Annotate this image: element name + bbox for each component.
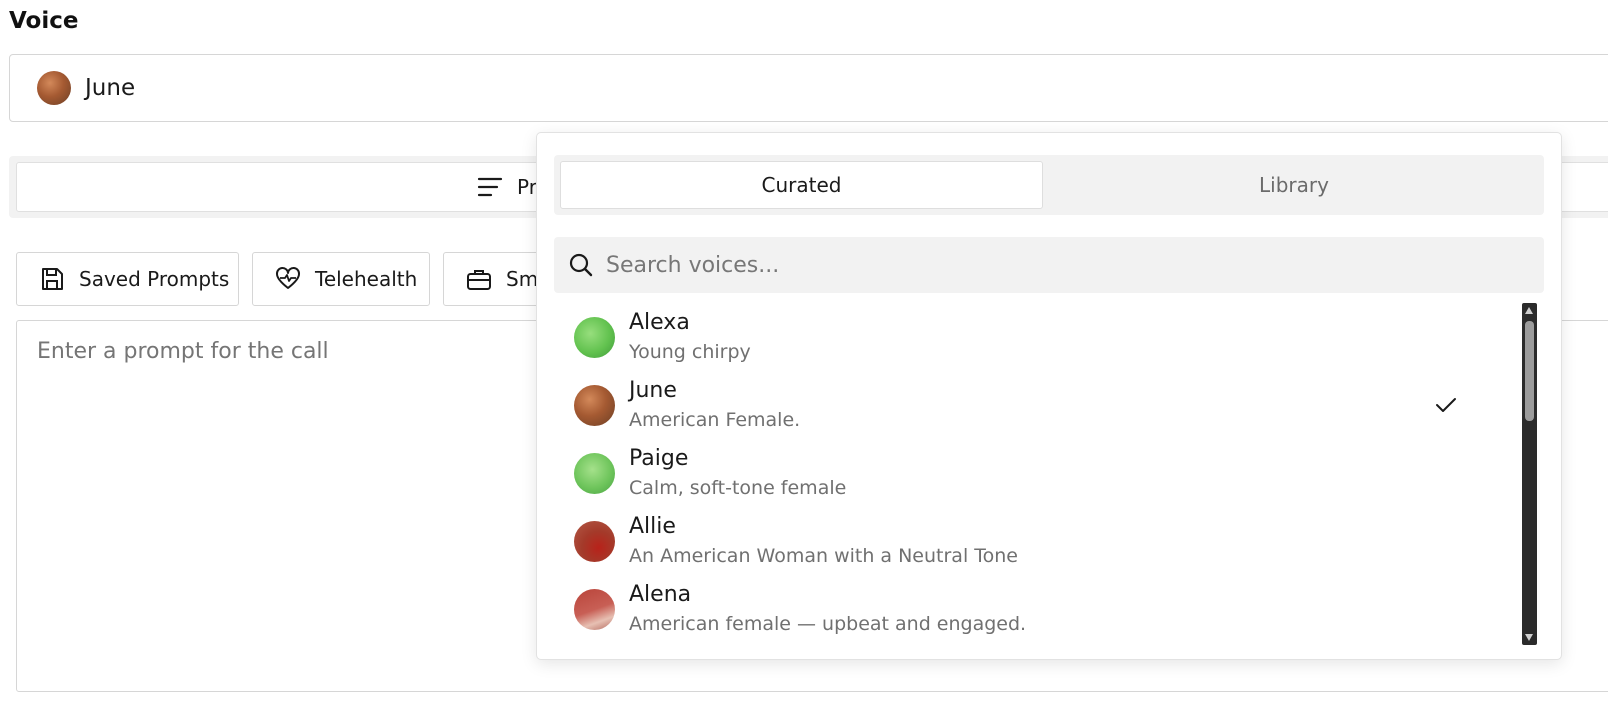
checkmark-icon [1436, 398, 1456, 412]
search-input[interactable] [606, 252, 1506, 278]
voice-list: Alexa Young chirpy June American Female.… [554, 303, 1514, 653]
scrollbar-thumb[interactable] [1525, 321, 1534, 421]
voice-description: American female — upbeat and engaged. [629, 613, 1027, 635]
voice-name: Alexa [629, 310, 690, 335]
voice-option-june[interactable]: June American Female. [554, 371, 1494, 439]
scroll-up-arrow-icon[interactable] [1525, 307, 1533, 314]
voice-option-allie[interactable]: Allie An American Woman with a Neutral T… [554, 507, 1494, 575]
voice-description: Calm, soft-tone female [629, 477, 847, 499]
voice-select[interactable]: June [9, 54, 1608, 122]
tab-curated[interactable]: Curated [560, 161, 1043, 209]
voice-search [554, 237, 1544, 293]
telehealth-button[interactable]: Telehealth [252, 252, 430, 306]
voice-description: An American Woman with a Neutral Tone [629, 545, 1018, 567]
saved-prompts-label: Saved Prompts [79, 267, 230, 291]
voice-name: Paige [629, 446, 689, 471]
avatar [574, 452, 615, 494]
avatar [574, 520, 615, 562]
avatar [574, 316, 615, 358]
voice-list-scrollbar[interactable] [1522, 303, 1537, 645]
voice-name: Allie [629, 514, 676, 539]
scroll-down-arrow-icon[interactable] [1525, 634, 1533, 641]
voice-settings-page: Voice June Pro Saved Prompts Telehealth [0, 0, 1608, 717]
avatar [574, 384, 615, 426]
telehealth-label: Telehealth [315, 267, 418, 291]
voice-description: Young chirpy [629, 341, 751, 363]
briefcase-icon [467, 270, 491, 290]
small-business-label: Sm [506, 267, 539, 291]
voice-description: American Female. [629, 409, 801, 431]
avatar [574, 588, 615, 630]
saved-prompts-button[interactable]: Saved Prompts [16, 252, 239, 306]
voice-dropdown: Curated Library Alexa Young chirpy J [536, 132, 1562, 660]
voice-label: Voice [9, 8, 79, 34]
voice-name: June [629, 378, 677, 403]
search-icon [569, 253, 593, 277]
voice-option-alexa[interactable]: Alexa Young chirpy [554, 303, 1494, 371]
voice-source-tabs: Curated Library [554, 155, 1544, 215]
selected-voice-name: June [85, 75, 136, 101]
selected-voice-avatar [37, 71, 71, 105]
save-icon [42, 268, 63, 290]
lines-icon [477, 177, 503, 197]
heart-pulse-icon [276, 267, 300, 289]
tab-library[interactable]: Library [1049, 161, 1539, 209]
voice-option-alena[interactable]: Alena American female — upbeat and engag… [554, 575, 1494, 643]
voice-option-paige[interactable]: Paige Calm, soft-tone female [554, 439, 1494, 507]
voice-name: Alena [629, 582, 692, 607]
